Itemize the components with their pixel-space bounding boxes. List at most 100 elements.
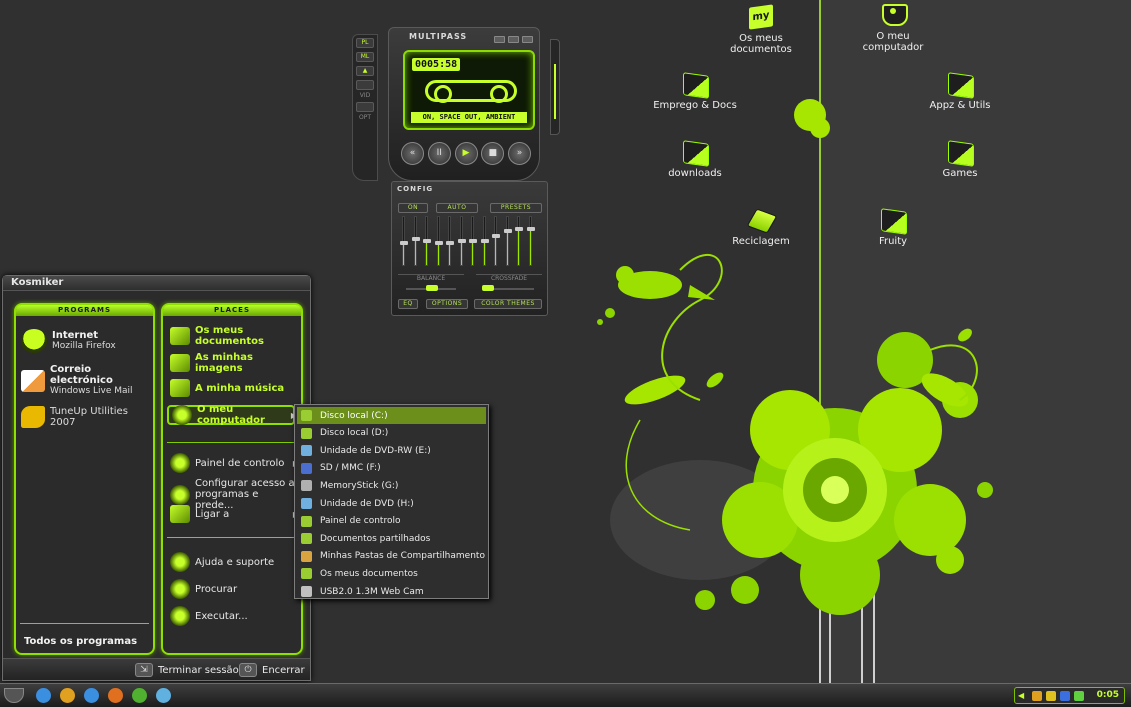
shutdown-button[interactable]: ⏻ Encerrar	[239, 663, 305, 677]
eq-band-knob[interactable]	[457, 239, 466, 243]
options-button[interactable]: OPTIONS	[426, 299, 468, 309]
eq-band-knob[interactable]	[411, 236, 420, 241]
desktop-icon-recycle-bin[interactable]: Reciclagem	[716, 208, 806, 247]
eq-band-slider[interactable]	[446, 216, 454, 266]
eq-auto-button[interactable]: AUTO	[436, 203, 478, 213]
color-themes-button[interactable]: COLOR THEMES	[474, 299, 542, 309]
balance-control[interactable]: BALANCE	[398, 274, 464, 294]
place-item-my-music[interactable]: A minha música	[167, 379, 295, 397]
place-label: O meu computador	[197, 404, 265, 426]
program-item-internet[interactable]: Internet Mozilla Firefox	[21, 329, 116, 353]
eq-band-knob[interactable]	[515, 227, 523, 231]
eq-presets-button[interactable]: PRESETS	[490, 203, 542, 213]
power-icon: ⏻	[239, 663, 257, 677]
ie-icon[interactable]	[36, 688, 51, 703]
shade-button[interactable]	[508, 36, 519, 43]
submenu-item[interactable]: Documentos partilhados	[297, 530, 486, 547]
media-library-button[interactable]: ML	[356, 52, 374, 62]
ie-icon[interactable]	[84, 688, 99, 703]
side-toggle-button[interactable]: ▲	[356, 66, 374, 76]
start-button[interactable]	[4, 688, 24, 703]
program-title: TuneUp Utilities 2007	[50, 406, 128, 428]
desktop-icon-games[interactable]: Games	[915, 140, 1005, 179]
system-item-control-panel[interactable]: Painel de controlo ▶	[167, 453, 299, 473]
security-tray-icon[interactable]	[1060, 691, 1070, 701]
eq-band-slider[interactable]	[457, 216, 466, 266]
eq-band-slider[interactable]	[515, 216, 523, 266]
submenu-item[interactable]: Os meus documentos	[297, 565, 486, 582]
eq-band-slider[interactable]	[434, 216, 443, 266]
eq-band-knob[interactable]	[423, 239, 431, 243]
wireless-tray-icon[interactable]	[1074, 691, 1084, 701]
stop-button[interactable]: ■	[481, 142, 505, 165]
eq-band-slider[interactable]	[503, 216, 512, 266]
desktop-icon-emprego-docs[interactable]: Emprego & Docs	[650, 72, 740, 111]
eq-band-slider[interactable]	[480, 216, 489, 266]
desktop-icon-downloads[interactable]: downloads	[650, 140, 740, 179]
submenu-item[interactable]: MemoryStick (G:)	[297, 477, 486, 494]
submenu-item[interactable]: SD / MMC (F:)	[297, 460, 486, 477]
eq-band-slider[interactable]	[423, 216, 431, 266]
eq-band-slider[interactable]	[411, 216, 420, 266]
eq-band-knob[interactable]	[492, 234, 500, 239]
place-item-my-computer[interactable]: O meu computador ▶	[167, 404, 297, 426]
desktop-icon-my-computer[interactable]: O meu computador	[848, 3, 938, 53]
time-display[interactable]: 0005:58	[412, 58, 461, 71]
clock[interactable]: 0:05	[1097, 690, 1119, 700]
eq-on-button[interactable]: ON	[398, 203, 428, 213]
program-item-tuneup[interactable]: TuneUp Utilities 2007	[21, 406, 153, 428]
tuneup-tray-icon[interactable]	[1046, 691, 1056, 701]
desktop-icon-appz-utils[interactable]: Appz & Utils	[915, 72, 1005, 111]
crossfade-control[interactable]: CROSSFADE	[476, 274, 542, 294]
eq-band-knob[interactable]	[434, 241, 443, 246]
submenu-item[interactable]: Disco local (C:)	[297, 407, 486, 424]
eq-band-knob[interactable]	[469, 239, 477, 243]
eq-band-slider[interactable]	[400, 216, 408, 266]
help-item-search[interactable]: Procurar	[167, 579, 295, 599]
eq-band-knob[interactable]	[400, 241, 408, 246]
messenger-icon[interactable]	[156, 688, 171, 703]
eq-band-knob[interactable]	[480, 239, 489, 243]
submenu-item[interactable]: Painel de controlo	[297, 513, 486, 530]
program-item-mail[interactable]: Correio electrónico Windows Live Mail	[21, 364, 153, 397]
winamp-icon[interactable]	[60, 688, 75, 703]
options-button[interactable]	[356, 102, 374, 112]
submenu-item[interactable]: USB2.0 1.3M Web Cam	[297, 583, 486, 600]
help-item-run[interactable]: Executar...	[167, 606, 295, 626]
eq-band-slider[interactable]	[492, 216, 500, 266]
next-button[interactable]: »	[508, 142, 531, 165]
playlist-button[interactable]: PL	[356, 38, 374, 48]
volume-slider[interactable]	[550, 39, 560, 135]
close-button[interactable]	[522, 36, 533, 43]
tray-expand-icon[interactable]: ◀	[1018, 691, 1028, 701]
crossfade-thumb[interactable]	[482, 285, 494, 291]
winamp-tray-icon[interactable]	[1032, 691, 1042, 701]
logoff-button[interactable]: ⇲ Terminar sessão	[135, 663, 239, 677]
help-item-support[interactable]: Ajuda e suporte	[167, 552, 295, 572]
all-programs-button[interactable]: Todos os programas	[24, 636, 137, 647]
eq-band-slider[interactable]	[469, 216, 477, 266]
play-button[interactable]: ▶	[454, 142, 478, 165]
submenu-item[interactable]: Unidade de DVD (H:)	[297, 495, 486, 512]
eq-band-knob[interactable]	[526, 227, 535, 231]
desktop-icon-my-documents[interactable]: Os meus documentos	[716, 5, 806, 55]
utorrent-icon[interactable]	[132, 688, 147, 703]
place-item-my-pictures[interactable]: As minhas imagens	[167, 352, 295, 374]
balance-thumb[interactable]	[426, 285, 438, 291]
video-button[interactable]	[356, 80, 374, 90]
tuneup-icon	[21, 406, 45, 428]
previous-button[interactable]: «	[401, 142, 424, 165]
firefox-icon[interactable]	[108, 688, 123, 703]
pause-button[interactable]: II	[427, 142, 451, 165]
place-item-my-documents[interactable]: Os meus documentos	[167, 325, 295, 347]
eq-band-slider[interactable]	[526, 216, 535, 266]
eq-band-knob[interactable]	[503, 229, 512, 234]
eq-band-knob[interactable]	[446, 241, 454, 246]
submenu-item[interactable]: Minhas Pastas de Compartilhamento	[297, 548, 486, 565]
submenu-item[interactable]: Unidade de DVD-RW (E:)	[297, 442, 486, 459]
minimize-button[interactable]	[494, 36, 505, 43]
desktop-icon-fruity[interactable]: Fruity	[848, 208, 938, 247]
eq-button[interactable]: EQ	[398, 299, 418, 309]
system-item-connect-to[interactable]: Ligar a ▶	[167, 505, 299, 523]
submenu-item[interactable]: Disco local (D:)	[297, 425, 486, 442]
